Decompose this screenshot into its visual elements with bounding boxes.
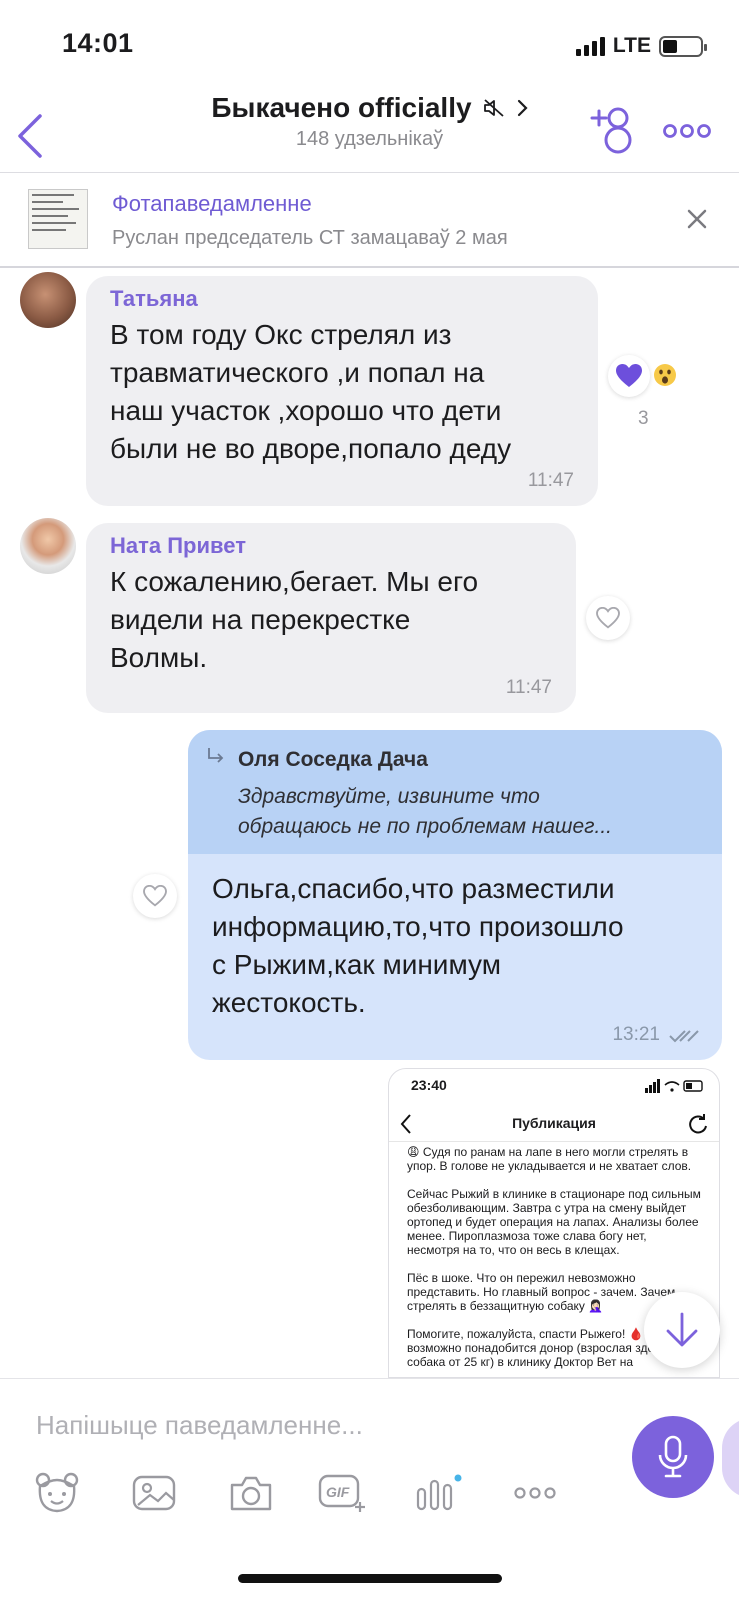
chat-screen: 14:01 LTE Быкачено officially 148 удзель… xyxy=(0,0,739,1600)
message-time: 11:47 xyxy=(527,470,574,491)
camera-icon xyxy=(230,1476,272,1511)
quote-author: Оля Соседка Дача xyxy=(238,748,428,771)
pinned-close-button[interactable] xyxy=(681,203,713,235)
message-bubble[interactable]: Татьяна В том году Окс стрелял из травма… xyxy=(86,276,598,506)
poll-icon xyxy=(416,1474,462,1511)
quoted-message[interactable]: Оля Соседка Дача Здравствуйте, извините … xyxy=(188,730,722,854)
status-indicators: LTE xyxy=(575,34,707,58)
arrow-down-icon xyxy=(666,1312,698,1347)
quote-text: Здравствуйте, извините что обращаюсь не … xyxy=(238,785,613,838)
image-status-icons xyxy=(645,1079,703,1093)
camera-button[interactable] xyxy=(226,1470,276,1516)
message-bubble[interactable]: Ната Привет К сожалению,бегает. Мы его в… xyxy=(86,523,576,713)
image-title: Публикация xyxy=(512,1115,596,1131)
heart-reaction-icon xyxy=(608,355,650,397)
gallery-icon xyxy=(132,1475,176,1511)
network-type: LTE xyxy=(612,34,651,57)
microphone-icon xyxy=(658,1435,688,1478)
composer xyxy=(0,1378,739,1600)
avatar[interactable] xyxy=(20,272,76,328)
message-time: 11:47 xyxy=(505,677,552,698)
chat-title: Быкачено officially xyxy=(211,92,472,123)
image-status-time: 23:40 xyxy=(411,1077,447,1093)
reply-arrow-icon xyxy=(208,748,224,763)
svg-text:GIF: GIF xyxy=(326,1484,350,1500)
shocked-emoji-icon xyxy=(654,364,676,386)
pinned-title: Фотапаведамленне xyxy=(112,191,312,216)
close-icon xyxy=(687,209,707,229)
sender-name: Ната Привет xyxy=(110,533,246,558)
image-divider xyxy=(389,1141,719,1142)
message-text: В том году Окс стрелял из травматическог… xyxy=(110,319,512,464)
gif-button[interactable]: GIF xyxy=(318,1470,368,1516)
sticker-button[interactable] xyxy=(32,1470,82,1516)
voice-record-button[interactable] xyxy=(632,1416,714,1498)
sender-name: Татьяна xyxy=(110,286,198,311)
message-text: К сожалению,бегает. Мы его видели на пер… xyxy=(110,566,479,673)
poll-button[interactable] xyxy=(414,1470,464,1516)
chat-title-row: Быкачено officially xyxy=(211,92,528,124)
pinned-subtitle: Руслан председатель СТ замацаваў 2 мая xyxy=(112,227,508,249)
outgoing-message-bubble[interactable]: Оля Соседка Дача Здравствуйте, извините … xyxy=(188,730,722,1060)
pinned-photo-thumbnail xyxy=(28,189,88,249)
like-button[interactable] xyxy=(586,596,630,640)
avatar[interactable] xyxy=(20,518,76,574)
like-button[interactable] xyxy=(133,874,177,918)
image-refresh-icon xyxy=(689,1114,707,1134)
add-member-icon xyxy=(590,107,632,154)
gif-icon: GIF xyxy=(318,1474,365,1512)
message-text: Ольга,спасибо,что разместили информацию,… xyxy=(212,873,624,1018)
more-dots-icon xyxy=(663,124,711,138)
muted-speaker-icon xyxy=(483,99,504,117)
heart-outline-icon xyxy=(596,607,620,629)
pinned-message-bar[interactable]: Фотапаведамленне Руслан председатель СТ … xyxy=(0,172,739,268)
read-ticks-icon xyxy=(669,1030,699,1043)
more-options-button[interactable] xyxy=(662,116,712,146)
chevron-right-icon xyxy=(517,99,528,117)
more-dots-icon xyxy=(514,1487,556,1499)
scroll-down-button[interactable] xyxy=(644,1292,720,1368)
battery-icon xyxy=(659,35,707,57)
sticker-icon xyxy=(35,1472,79,1513)
reactions[interactable] xyxy=(608,355,680,397)
home-indicator xyxy=(238,1574,502,1583)
message-time: 13:21 xyxy=(612,1024,660,1045)
gallery-button[interactable] xyxy=(130,1470,180,1516)
add-member-button[interactable] xyxy=(588,104,640,156)
message-input[interactable] xyxy=(36,1403,596,1447)
signal-icon xyxy=(575,36,605,56)
more-attachments-button[interactable] xyxy=(510,1470,560,1516)
status-time: 14:01 xyxy=(62,28,134,58)
heart-outline-icon xyxy=(143,885,167,907)
reaction-count: 3 xyxy=(638,408,649,429)
